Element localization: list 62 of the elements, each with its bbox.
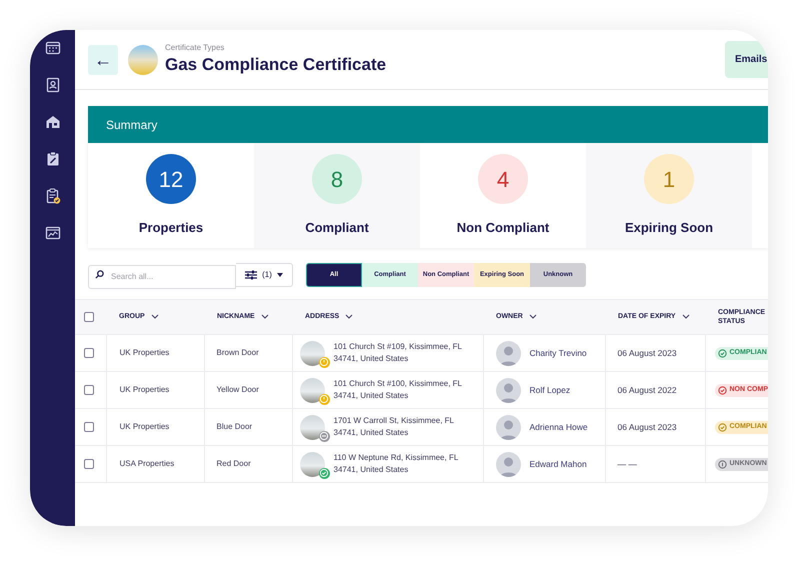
address-text: 1701 W Carroll St, Kissimmee, FL 34741, United States xyxy=(334,415,455,439)
info-circle-icon xyxy=(718,460,726,468)
search-field[interactable]: Search all... xyxy=(88,264,236,288)
table-cell: UK Properties xyxy=(120,385,170,394)
count-badge: 12 xyxy=(146,154,196,204)
avatar-silhouette-icon xyxy=(496,414,520,440)
summary-header: Summary xyxy=(88,106,768,143)
check-circle-icon xyxy=(718,386,726,394)
table-cell: 06 August 2023 xyxy=(618,348,677,358)
summary-label: Non Compliant xyxy=(456,219,550,237)
subtitle: Certificate Types xyxy=(165,44,226,52)
avatar-silhouette-icon xyxy=(496,378,520,402)
avatar-silhouette-icon xyxy=(496,452,520,476)
table-cell: Red Door xyxy=(216,459,251,468)
table-cell: UK Properties xyxy=(120,348,170,357)
chart-window-icon[interactable] xyxy=(44,225,60,241)
table-cell: Brown Door xyxy=(216,348,259,357)
calendar-icon[interactable] xyxy=(44,40,60,56)
checkbox[interactable] xyxy=(84,385,94,395)
certificate-thumbnail xyxy=(128,44,158,74)
owner-name: Rolf Lopez xyxy=(530,384,570,396)
checkbox[interactable] xyxy=(84,348,94,358)
table-cell: Blue Door xyxy=(216,422,252,431)
search-icon xyxy=(95,270,104,279)
address-text: 101 Church St #100, Kissimmee, FL 34741, United States xyxy=(334,378,463,402)
emails-button[interactable]: Emails xyxy=(725,41,768,78)
photo-placeholder xyxy=(300,452,324,476)
address-text: 101 Church St #109, Kissimmee, FL 34741, United States xyxy=(334,341,463,365)
avatar-silhouette-icon xyxy=(496,340,520,366)
checkbox[interactable] xyxy=(84,422,94,432)
address-text: 110 W Neptune Rd, Kissimmee, FL 34741, United States xyxy=(334,452,459,476)
filter-button[interactable]: (1) xyxy=(236,263,293,287)
contact-card-icon[interactable] xyxy=(44,77,60,93)
count-badge: 4 xyxy=(478,154,528,204)
summary-label: Properties xyxy=(138,219,204,237)
summary-label: Expiring Soon xyxy=(624,219,714,237)
owner-name: Adrienna Howe xyxy=(530,420,588,434)
photo-placeholder xyxy=(300,414,324,440)
table-cell: 06 August 2023 xyxy=(618,422,677,432)
page-title: Gas Compliance Certificate xyxy=(165,54,386,76)
table-cell: 06 August 2022 xyxy=(618,384,677,394)
count-badge: 8 xyxy=(312,154,362,204)
owner-name: Edward Mahon xyxy=(530,458,587,470)
checkbox[interactable] xyxy=(84,312,94,322)
back-button[interactable]: ← xyxy=(88,44,118,74)
owner-name: Charity Trevino xyxy=(530,346,587,360)
table-cell: Yellow Door xyxy=(216,385,259,394)
count-badge: 1 xyxy=(644,154,694,204)
photo-placeholder xyxy=(300,340,324,366)
sliders-icon xyxy=(245,270,258,280)
table-cell: — — xyxy=(618,458,637,468)
photo-placeholder xyxy=(300,378,324,402)
summary-label: Compliant xyxy=(305,219,369,237)
table-cell: USA Properties xyxy=(120,459,174,468)
check-circle-icon xyxy=(718,422,726,432)
checkbox[interactable] xyxy=(84,459,94,469)
caret-icon xyxy=(276,273,283,277)
check-circle-icon xyxy=(718,348,726,358)
clipboard-pencil-icon[interactable] xyxy=(44,151,60,167)
table-cell: UK Properties xyxy=(120,422,170,431)
clipboard-check-icon[interactable] xyxy=(44,188,60,204)
house-icon[interactable] xyxy=(44,114,60,130)
